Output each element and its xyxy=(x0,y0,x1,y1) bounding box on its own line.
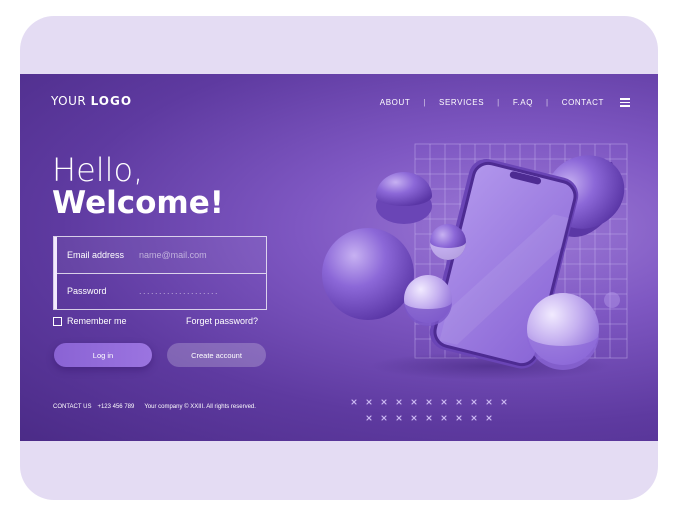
landing-hero: YOUR LOGO ABOUT | SERVICES | F.AQ | CONT… xyxy=(20,74,658,441)
page-frame: YOUR LOGO ABOUT | SERVICES | F.AQ | CONT… xyxy=(20,16,658,500)
x-pattern xyxy=(351,399,507,421)
sphere-small-top xyxy=(430,224,466,260)
half-sphere-top-left xyxy=(376,172,432,224)
sphere-light-middle xyxy=(404,275,452,326)
phone-spheres-illustration xyxy=(322,143,628,421)
sphere-light-right xyxy=(527,293,599,370)
sphere-large-left xyxy=(322,228,414,320)
